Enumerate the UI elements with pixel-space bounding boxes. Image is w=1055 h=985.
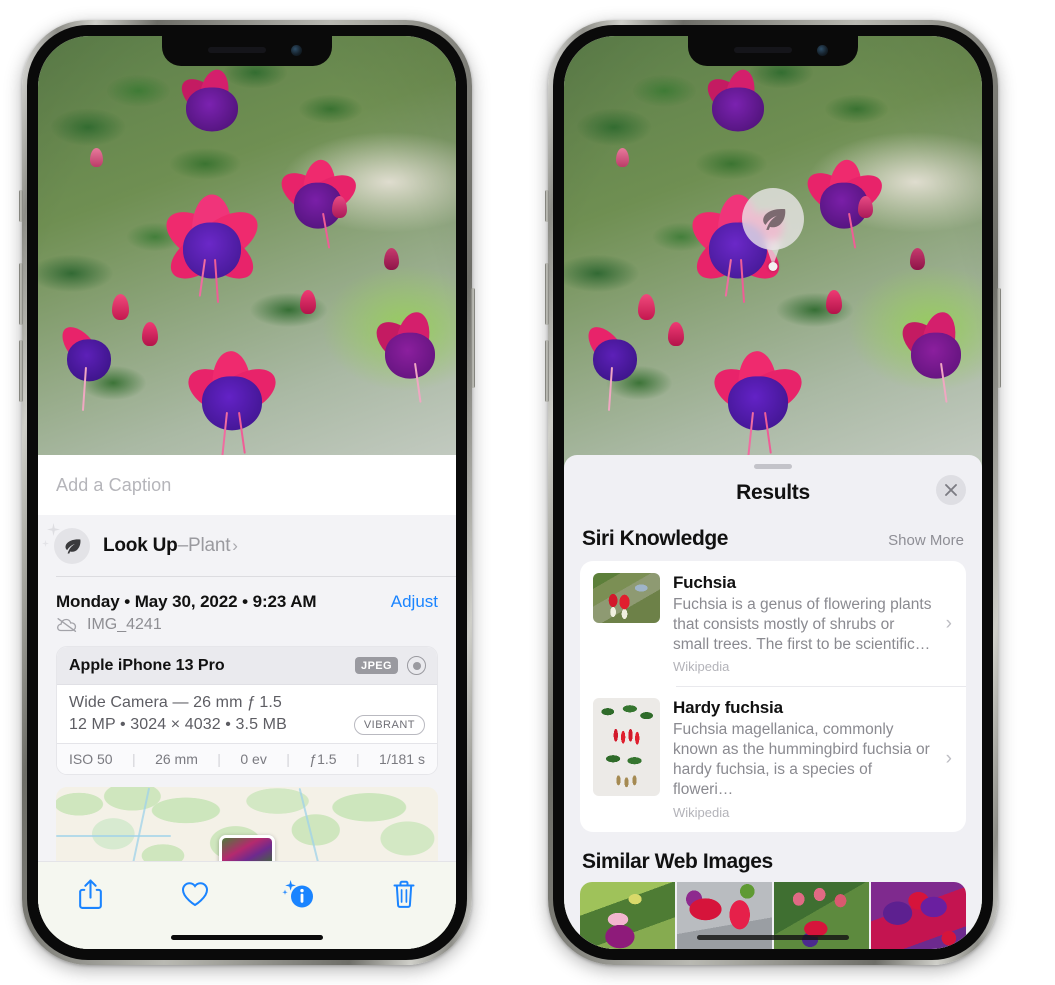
favorite-button[interactable] (169, 874, 221, 914)
left-iphone-device: Add a Caption Look Up – Plant › Monday •… (19, 20, 475, 965)
volume-down-button[interactable] (19, 340, 23, 402)
results-sheet: Results Siri Knowledge Show More Fuchsia… (564, 455, 982, 949)
badge-bubble (742, 188, 804, 250)
sparkle-small-icon (42, 540, 49, 547)
look-up-subject: Plant (187, 535, 231, 556)
share-button[interactable] (64, 874, 116, 914)
close-button[interactable] (936, 475, 966, 505)
info-button[interactable] (273, 874, 325, 914)
exif-row: ISO 50 | 26 mm | 0 ev | ƒ1.5 | 1/181 s (57, 743, 437, 774)
siri-knowledge-title: Siri Knowledge (582, 527, 729, 550)
leaf-icon (65, 538, 80, 553)
exif-divider: | (132, 751, 136, 767)
left-phone-screen: Add a Caption Look Up – Plant › Monday •… (38, 36, 456, 949)
knowledge-description: Fuchsia is a genus of flowering plants t… (673, 596, 932, 653)
fuchsia-red-flowers-thumb (593, 573, 660, 623)
badge-anchor-dot (768, 262, 778, 271)
earpiece-speaker (734, 47, 792, 53)
close-icon (945, 484, 957, 496)
photo-info-sheet: Add a Caption Look Up – Plant › Monday •… (38, 455, 456, 949)
photo-date-row: Monday • May 30, 2022 • 9:23 AM Adjust (38, 577, 456, 612)
knowledge-chevron-icon: › (945, 748, 952, 770)
exif-shutter-speed: 1/181 s (379, 751, 425, 767)
power-button[interactable] (997, 288, 1001, 388)
earpiece-speaker (208, 47, 266, 53)
format-badge: JPEG (355, 657, 398, 674)
trash-icon (393, 880, 415, 908)
delete-button[interactable] (378, 874, 430, 914)
hardy-fuchsia-specimen-thumb (593, 698, 660, 797)
exif-iso: ISO 50 (69, 751, 113, 767)
knowledge-title: Hardy fuchsia (673, 698, 783, 718)
resolution-info: 12 MP • 3024 × 4032 • 3.5 MB (69, 716, 287, 733)
home-indicator[interactable] (171, 934, 323, 940)
photo-file-row: IMG_4241 (38, 612, 456, 646)
cloud-slash-icon (57, 617, 77, 633)
knowledge-chevron-icon: › (945, 612, 952, 634)
front-camera (291, 45, 302, 56)
photo-filename: IMG_4241 (87, 616, 162, 633)
left-phone-bezel: Add a Caption Look Up – Plant › Monday •… (27, 25, 467, 960)
show-more-button[interactable]: Show More (888, 532, 964, 549)
device-notch (688, 36, 858, 66)
camera-card-body: Wide Camera — 26 mm ƒ 1.5 12 MP • 3024 ×… (57, 685, 437, 743)
caption-input[interactable]: Add a Caption (38, 455, 456, 515)
photographic-style-badge: VIBRANT (353, 715, 425, 735)
exif-focal-length: 26 mm (155, 751, 198, 767)
leaf-icon (762, 208, 785, 230)
knowledge-description: Fuchsia magellanica, commonly known as t… (673, 721, 930, 798)
knowledge-source: Wikipedia (673, 804, 730, 820)
photo-date: Monday • May 30, 2022 • 9:23 AM (56, 592, 317, 611)
right-iphone-device: Results Siri Knowledge Show More Fuchsia… (545, 20, 1001, 965)
caption-placeholder: Add a Caption (56, 475, 172, 495)
volume-down-button[interactable] (545, 340, 549, 402)
look-up-dash: – (177, 535, 189, 556)
camera-card-header: Apple iPhone 13 Pro JPEG (57, 647, 437, 685)
knowledge-source: Wikipedia (673, 659, 730, 675)
siri-knowledge-card: Fuchsia Fuchsia is a genus of flowering … (580, 561, 966, 832)
similar-image-item[interactable] (871, 881, 966, 949)
exif-aperture: ƒ1.5 (309, 751, 337, 767)
aperture-icon (407, 656, 426, 675)
leaf-chip (54, 528, 90, 564)
right-phone-screen: Results Siri Knowledge Show More Fuchsia… (564, 36, 982, 949)
mute-switch[interactable] (545, 190, 549, 222)
similar-web-images-header: Similar Web Images (564, 832, 982, 882)
results-header: Results (564, 469, 982, 521)
look-up-chevron-icon: › (232, 536, 238, 555)
results-title: Results (736, 481, 810, 504)
volume-up-button[interactable] (545, 263, 549, 325)
similar-image-item[interactable] (580, 881, 675, 949)
location-map[interactable] (56, 787, 438, 865)
look-up-label: Look Up (103, 535, 178, 556)
right-phone-bezel: Results Siri Knowledge Show More Fuchsia… (553, 25, 993, 960)
similar-web-images-title: Similar Web Images (582, 849, 773, 873)
camera-device-name: Apple iPhone 13 Pro (69, 656, 225, 674)
share-icon (78, 879, 102, 909)
knowledge-row[interactable]: Fuchsia Fuchsia is a genus of flowering … (580, 561, 966, 686)
camera-info-card[interactable]: Apple iPhone 13 Pro JPEG Wide Camera — 2… (56, 646, 438, 775)
adjust-button[interactable]: Adjust (391, 592, 438, 612)
knowledge-row[interactable]: Hardy fuchsia Fuchsia magellanica, commo… (580, 686, 966, 831)
front-camera (817, 45, 828, 56)
info-sparkle-icon (282, 880, 314, 908)
exif-exposure-bias: 0 ev (240, 751, 267, 767)
lens-info: Wide Camera — 26 mm ƒ 1.5 (69, 694, 282, 711)
exif-divider: | (217, 751, 221, 767)
siri-knowledge-header: Siri Knowledge Show More (564, 521, 982, 561)
mute-switch[interactable] (19, 190, 23, 222)
power-button[interactable] (471, 288, 475, 388)
device-notch (162, 36, 332, 66)
heart-icon (181, 882, 208, 907)
home-indicator[interactable] (697, 934, 849, 940)
volume-up-button[interactable] (19, 263, 23, 325)
exif-divider: | (355, 751, 360, 767)
look-up-row[interactable]: Look Up – Plant › (38, 515, 456, 577)
screenshot-stage: Add a Caption Look Up – Plant › Monday •… (0, 0, 1055, 985)
plant-detected-badge[interactable] (742, 188, 804, 271)
knowledge-title: Fuchsia (673, 573, 736, 592)
exif-divider: | (286, 751, 290, 767)
